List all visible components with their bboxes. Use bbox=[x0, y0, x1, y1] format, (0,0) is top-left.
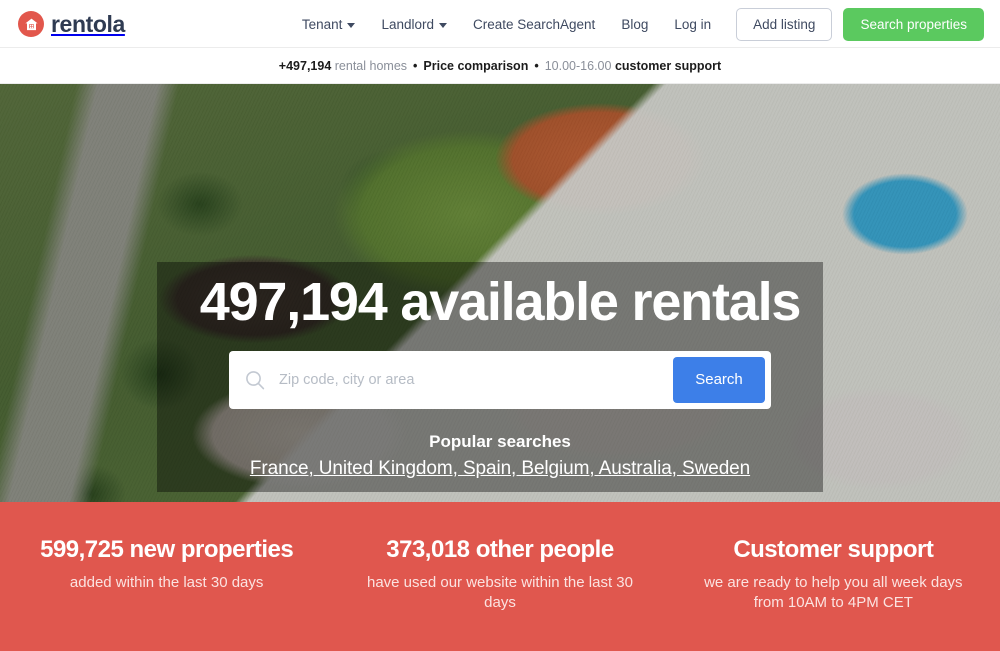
popular-searches-label: Popular searches bbox=[429, 431, 571, 451]
stat-subtext: have used our website within the last 30… bbox=[366, 573, 633, 611]
hero-search-button[interactable]: Search bbox=[673, 356, 765, 403]
nav-item-blog[interactable]: Blog bbox=[608, 11, 661, 38]
nav-label-log-in: Log in bbox=[674, 16, 712, 32]
subheader-hours: 10.00-16.00 bbox=[544, 59, 612, 73]
stats-section: 599,725 new properties added within the … bbox=[0, 502, 1000, 651]
logo-link[interactable]: rentola bbox=[18, 11, 125, 37]
nav-label-create-searchagent: Create SearchAgent bbox=[472, 16, 596, 32]
subheader-customer-support: customer support bbox=[614, 59, 722, 73]
subheader-bullet-1: • bbox=[413, 59, 418, 73]
subheader-rental-count: +497,194 bbox=[278, 59, 332, 73]
magnifier-icon bbox=[235, 368, 275, 392]
subheader-stats-bar: +497,194 rental homes • Price comparison… bbox=[0, 48, 1000, 84]
stat-customer-support: Customer support we are ready to help yo… bbox=[667, 536, 1000, 612]
hero-content: 497,194 available rentals Search Popular… bbox=[0, 262, 1000, 480]
nav-item-create-searchagent[interactable]: Create SearchAgent bbox=[460, 11, 608, 38]
chevron-down-icon bbox=[347, 22, 356, 28]
search-input[interactable] bbox=[275, 371, 673, 388]
logo-wordmark: rentola bbox=[51, 10, 125, 37]
nav-label-landlord: Landlord bbox=[381, 16, 434, 32]
stat-subtext: added within the last 30 days bbox=[69, 573, 264, 591]
main-navigation: Tenant Landlord Create SearchAgent Blog … bbox=[289, 7, 984, 41]
search-properties-button[interactable]: Search properties bbox=[843, 7, 984, 41]
popular-searches-links[interactable]: France, United Kingdom, Spain, Belgium, … bbox=[250, 458, 750, 480]
nav-label-tenant: Tenant bbox=[301, 16, 343, 32]
subheader-bullet-2: • bbox=[534, 59, 539, 73]
stat-new-properties: 599,725 new properties added within the … bbox=[0, 536, 333, 593]
nav-item-tenant[interactable]: Tenant bbox=[289, 11, 369, 38]
nav-label-blog: Blog bbox=[621, 16, 649, 32]
nav-item-landlord[interactable]: Landlord bbox=[368, 11, 460, 38]
stat-other-people: 373,018 other people have used our websi… bbox=[333, 536, 666, 612]
chevron-down-icon bbox=[438, 22, 447, 28]
hero-search-bar: Search bbox=[229, 350, 771, 409]
page-title: 497,194 available rentals bbox=[199, 272, 802, 332]
house-in-circle-icon bbox=[18, 11, 44, 37]
subheader-price-comparison: Price comparison bbox=[423, 59, 529, 73]
site-header: rentola Tenant Landlord Create SearchAge… bbox=[0, 0, 1000, 48]
subheader-rental-count-suffix: rental homes bbox=[334, 59, 408, 73]
stat-subtext: we are ready to help you all week days f… bbox=[704, 573, 963, 611]
stat-headline: 599,725 new properties bbox=[40, 536, 294, 563]
add-listing-button[interactable]: Add listing bbox=[736, 7, 833, 41]
stat-headline: 373,018 other people bbox=[386, 536, 614, 563]
hero-section: 497,194 available rentals Search Popular… bbox=[0, 84, 1000, 502]
stat-headline: Customer support bbox=[733, 536, 934, 563]
nav-item-log-in[interactable]: Log in bbox=[661, 11, 724, 38]
